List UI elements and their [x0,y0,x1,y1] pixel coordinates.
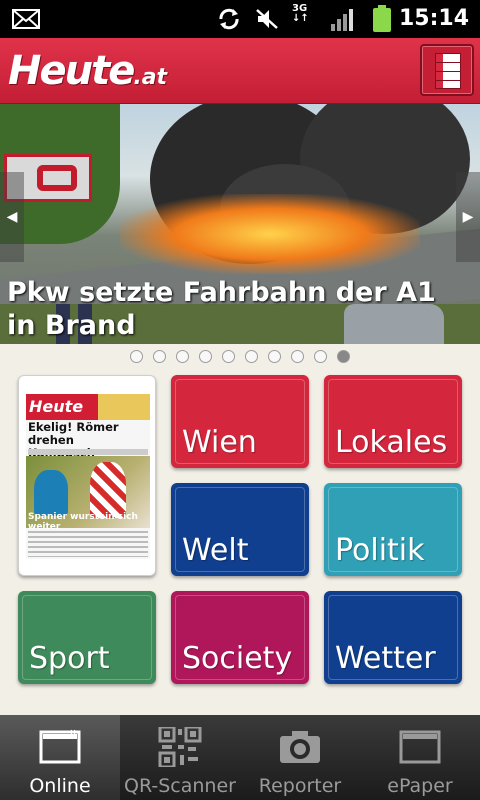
news-slider[interactable]: ◀ ▶ Pkw setzte Fahrbahn der A1 in Brand [0,104,480,344]
tab-label: Reporter [258,775,342,797]
tile-wien[interactable]: Wien [171,375,309,468]
3g-icon: 3G ↓↑ [292,3,309,24]
tile-label: Wien [182,425,257,460]
clock: 15:14 [398,6,469,31]
menu-icon [435,53,461,89]
tile-label: Wetter [335,641,436,676]
tile-label: Welt [182,533,249,568]
status-bar: 3G ↓↑ 15:14 [0,0,480,38]
folder-icon [39,729,81,764]
tab-label: Online [29,775,91,797]
paper-masthead: Heute [26,394,150,420]
tab-online[interactable]: Online [0,715,120,800]
pager-dot-active[interactable] [337,350,350,363]
pager-dot[interactable] [153,350,166,363]
tile-sport[interactable]: Sport [18,591,156,684]
mail-icon [12,9,40,29]
sync-icon [219,8,239,30]
tile-label: Society [182,641,293,676]
pager-dot[interactable] [130,350,143,363]
pager-dot[interactable] [314,350,327,363]
mute-icon [256,9,278,29]
logo-tld: .at [133,65,168,90]
tab-reporter[interactable]: Reporter [240,715,360,800]
epaper-thumbnail[interactable]: Heute Ekelig! Römer drehen Kampusch-Horr… [18,375,156,576]
heute-logo[interactable]: Heute.at [8,48,167,94]
slider-next-button[interactable]: ▶ [456,172,480,262]
signal-icon [331,9,353,31]
tile-lokales[interactable]: Lokales [324,375,462,468]
qr-code-icon [158,727,202,767]
tile-politik[interactable]: Politik [324,483,462,576]
epaper-icon [399,730,441,764]
tab-epaper[interactable]: ePaper [360,715,480,800]
pager-dot[interactable] [176,350,189,363]
pager-dot[interactable] [222,350,235,363]
tile-label: Sport [29,641,110,676]
tile-label: Politik [335,533,425,568]
tile-wetter[interactable]: Wetter [324,591,462,684]
paper-photo-caption: Spanier wurstein sich weiter [28,512,138,532]
pager-dot[interactable] [291,350,304,363]
tile-society[interactable]: Society [171,591,309,684]
tab-label: QR-Scanner [124,775,236,797]
tab-qr-scanner[interactable]: QR-Scanner [120,715,240,800]
tab-label: ePaper [387,775,453,797]
app-header: Heute.at [0,38,480,104]
pager-dot[interactable] [245,350,258,363]
slider-pagination [0,350,480,366]
pager-dot[interactable] [268,350,281,363]
logo-text: Heute [8,48,135,94]
camera-icon [280,731,320,763]
menu-button[interactable] [420,44,474,96]
slide-headline[interactable]: Pkw setzte Fahrbahn der A1 in Brand [7,276,473,342]
slider-prev-button[interactable]: ◀ [0,172,24,262]
tile-welt[interactable]: Welt [171,483,309,576]
battery-icon [373,5,391,32]
tile-label: Lokales [335,425,448,460]
pager-dot[interactable] [199,350,212,363]
bottom-tab-bar: Online QR-Scanner Reporter ePaper [0,715,480,800]
